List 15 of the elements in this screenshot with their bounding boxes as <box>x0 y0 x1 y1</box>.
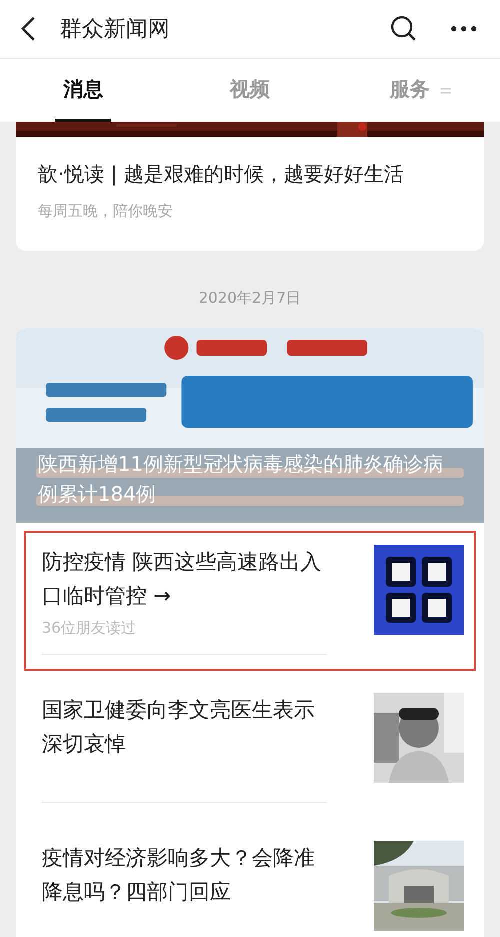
page-title: 群众新闻网 <box>60 16 171 44</box>
more-icon[interactable] <box>450 25 478 33</box>
article-item[interactable]: 国家卫健委向李文亮医生表示深切哀悼 <box>24 679 476 819</box>
search-icon[interactable] <box>390 15 418 43</box>
article-title: 防控疫情 陕西这些高速路出入口临时管控 → <box>42 549 323 610</box>
article-card[interactable]: 歆·悦读 | 越是艰难的时候，越要好好生活 每周五晚，陪你晚安 <box>16 122 484 251</box>
back-icon[interactable] <box>20 16 36 42</box>
read-count: 36位朋友读过 <box>42 619 138 638</box>
article-subtitle: 每周五晚，陪你晚安 <box>38 202 174 221</box>
date-label: 2020年2月7日 <box>198 289 302 308</box>
highlighted-article[interactable]: 防控疫情 陕西这些高速路出入口临时管控 → 36位朋友读过 <box>24 531 476 671</box>
article-title: 歆·悦读 | 越是艰难的时候，越要好好生活 <box>38 161 405 188</box>
article-title: 国家卫健委向李文亮医生表示深切哀悼 <box>42 697 316 758</box>
article-title: 疫情对经济影响多大？会降准降息吗？四部门回应 <box>42 845 316 906</box>
article-item[interactable]: 疫情对经济影响多大？会降准降息吗？四部门回应 <box>24 827 476 937</box>
